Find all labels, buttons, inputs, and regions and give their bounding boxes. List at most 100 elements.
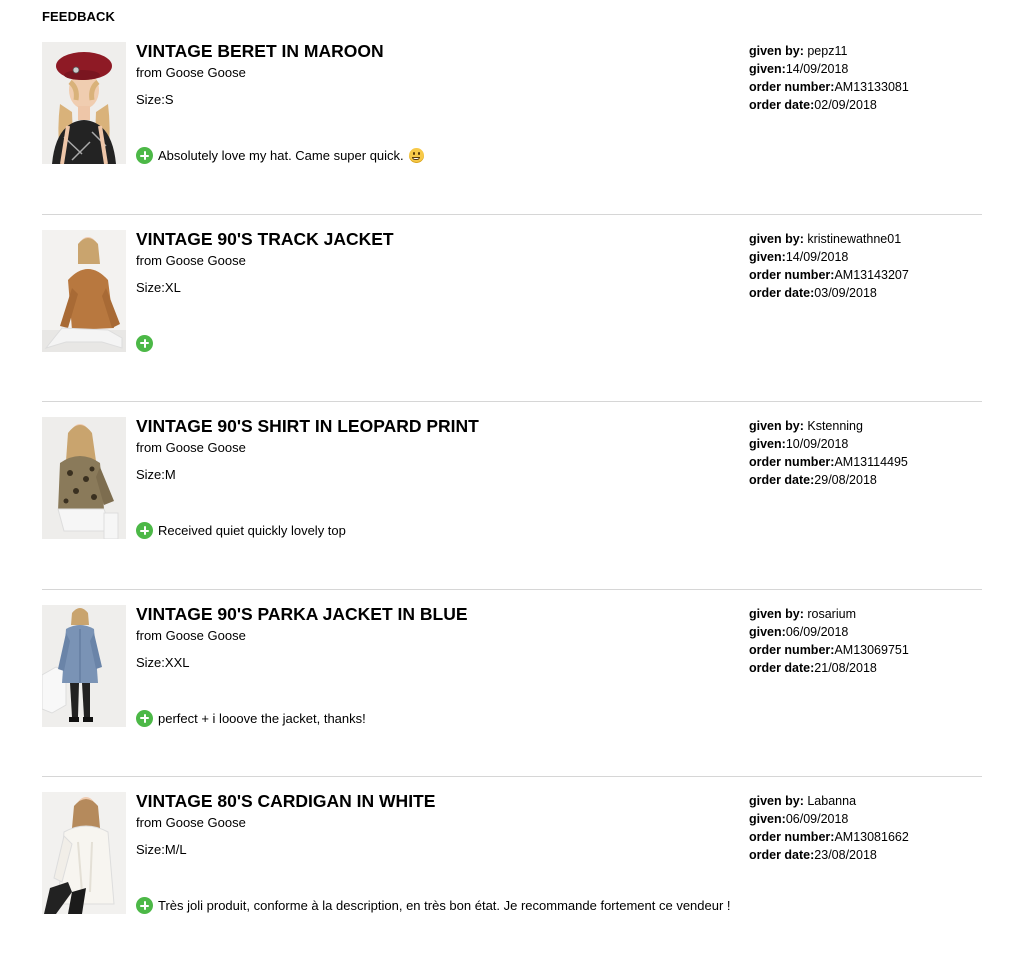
given-date-value: 10/09/2018 <box>785 437 849 451</box>
given-date-row: given:14/09/2018 <box>749 248 909 266</box>
order-number-row: order number:AM13114495 <box>749 453 908 471</box>
product-title-link[interactable]: VINTAGE BERET IN MAROON <box>136 41 384 62</box>
order-date-label: order date: <box>749 660 815 675</box>
order-number-row: order number:AM13081662 <box>749 828 909 846</box>
given-by-label: given by: <box>749 606 804 621</box>
positive-rating-plus-icon <box>136 334 153 352</box>
given-date-value: 06/09/2018 <box>785 624 849 639</box>
order-date-value: 21/08/2018 <box>814 660 877 675</box>
given-by-value: Labanna <box>807 794 857 808</box>
given-date-value: 14/09/2018 <box>785 249 849 264</box>
given-by-row: given by: rosarium <box>749 605 909 623</box>
feedback-meta: given by: Kstenning given:10/09/2018 ord… <box>749 417 908 489</box>
given-date-row: given:10/09/2018 <box>749 435 908 453</box>
size-label: Size:M <box>136 467 176 482</box>
size-label: Size:XL <box>136 279 181 295</box>
product-image-beret[interactable] <box>42 42 126 164</box>
size-label: Size:S <box>136 92 174 107</box>
given-date-value: 14/09/2018 <box>785 62 849 76</box>
feedback-item: VINTAGE BERET IN MAROON from Goose Goose… <box>42 41 982 230</box>
feedback-comment <box>136 334 158 352</box>
seller-name: from Goose Goose <box>136 815 246 830</box>
product-image-track-jacket[interactable] <box>42 229 126 352</box>
order-number-value: AM13133081 <box>834 80 909 94</box>
given-date-label: given: <box>749 249 786 264</box>
given-by-label: given by: <box>749 794 804 808</box>
given-by-value: pepz11 <box>807 44 848 58</box>
model-in-track-jacket-photo <box>42 229 126 352</box>
order-number-row: order number:AM13143207 <box>749 266 909 284</box>
order-number-row: order number:AM13069751 <box>749 641 909 659</box>
model-in-cardigan-photo <box>42 792 126 914</box>
product-image-leopard-shirt[interactable] <box>42 417 126 539</box>
given-by-label: given by: <box>749 44 804 58</box>
order-date-row: order date:23/08/2018 <box>749 846 909 864</box>
order-date-row: order date:02/09/2018 <box>749 96 909 114</box>
given-by-label: given by: <box>749 419 804 433</box>
order-date-label: order date: <box>749 848 815 862</box>
feedback-item: VINTAGE 90'S SHIRT IN LEOPARD PRINT from… <box>42 401 982 605</box>
order-number-label: order number: <box>749 642 835 657</box>
given-date-row: given:06/09/2018 <box>749 810 909 828</box>
product-title-link[interactable]: VINTAGE 90'S TRACK JACKET <box>136 229 394 250</box>
order-date-value: 02/09/2018 <box>814 98 877 112</box>
order-date-value: 23/08/2018 <box>814 848 877 862</box>
order-date-label: order date: <box>749 98 815 112</box>
size-label: Size:M/L <box>136 842 187 857</box>
order-number-value: AM13069751 <box>834 642 909 657</box>
given-by-label: given by: <box>749 231 804 246</box>
order-number-value: AM13114495 <box>834 455 908 469</box>
comment-text: Absolutely love my hat. Came super quick… <box>158 148 404 163</box>
order-number-label: order number: <box>749 455 835 469</box>
order-number-value: AM13081662 <box>834 830 909 844</box>
seller-name: from Goose Goose <box>136 627 246 643</box>
order-number-label: order number: <box>749 267 835 282</box>
product-title-link[interactable]: VINTAGE 90'S PARKA JACKET IN BLUE <box>136 604 468 625</box>
model-in-leopard-shirt-photo <box>42 417 126 539</box>
feedback-comment: Absolutely love my hat. Came super quick… <box>136 147 424 164</box>
feedback-meta: given by: Labanna given:06/09/2018 order… <box>749 792 909 864</box>
given-date-label: given: <box>749 62 786 76</box>
feedback-comment: perfect + i looove the jacket, thanks! <box>136 709 366 727</box>
given-by-row: given by: Kstenning <box>749 417 908 435</box>
given-date-label: given: <box>749 812 786 826</box>
model-in-parka-jacket-photo <box>42 604 126 727</box>
order-date-row: order date:21/08/2018 <box>749 659 909 677</box>
feedback-item: VINTAGE 80'S CARDIGAN IN WHITE from Goos… <box>42 776 982 980</box>
product-title-link[interactable]: VINTAGE 90'S SHIRT IN LEOPARD PRINT <box>136 416 479 437</box>
order-number-label: order number: <box>749 80 835 94</box>
comment-text: Très joli produit, conforme à la descrip… <box>158 898 731 913</box>
feedback-comment: Très joli produit, conforme à la descrip… <box>136 897 731 914</box>
feedback-item: VINTAGE 90'S PARKA JACKET IN BLUE from G… <box>42 588 982 793</box>
given-by-row: given by: Labanna <box>749 792 909 810</box>
page-title: FEEDBACK <box>42 9 116 24</box>
size-label: Size:XXL <box>136 654 190 670</box>
given-date-row: given:14/09/2018 <box>749 60 909 78</box>
product-image-cardigan[interactable] <box>42 792 126 914</box>
given-by-value: kristinewathne01 <box>807 231 902 246</box>
positive-rating-plus-icon <box>136 522 153 539</box>
positive-rating-plus-icon <box>136 897 153 914</box>
feedback-list: VINTAGE BERET IN MAROON from Goose Goose… <box>42 41 982 980</box>
order-date-value: 03/09/2018 <box>814 285 877 300</box>
feedback-meta: given by: kristinewathne01 given:14/09/2… <box>749 230 909 302</box>
grinning-face-emoji <box>408 148 424 163</box>
product-image-parka-jacket[interactable] <box>42 604 126 727</box>
feedback-item: VINTAGE 90'S TRACK JACKET from Goose Goo… <box>42 213 982 418</box>
order-date-row: order date:03/09/2018 <box>749 284 909 302</box>
feedback-meta: given by: rosarium given:06/09/2018 orde… <box>749 605 909 677</box>
positive-rating-plus-icon <box>136 709 153 727</box>
seller-name: from Goose Goose <box>136 440 246 455</box>
order-number-label: order number: <box>749 830 835 844</box>
product-title-link[interactable]: VINTAGE 80'S CARDIGAN IN WHITE <box>136 791 435 812</box>
order-date-label: order date: <box>749 285 815 300</box>
given-by-value: rosarium <box>807 606 856 621</box>
order-date-value: 29/08/2018 <box>814 473 877 487</box>
order-date-row: order date:29/08/2018 <box>749 471 908 489</box>
given-date-label: given: <box>749 437 786 451</box>
order-date-label: order date: <box>749 473 815 487</box>
seller-name: from Goose Goose <box>136 252 246 268</box>
given-date-label: given: <box>749 624 786 639</box>
model-in-beret-photo <box>42 42 126 164</box>
given-by-row: given by: pepz11 <box>749 42 909 60</box>
